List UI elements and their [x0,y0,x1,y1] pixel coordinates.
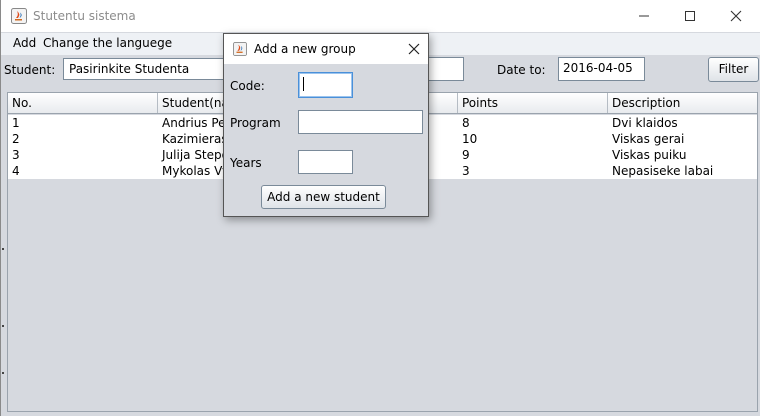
java-coffee-icon [11,8,27,24]
title-bar: Stutentu sistema [1,0,760,32]
date-to-value: 2016-04-05 [563,61,633,75]
dialog-title-bar: Add a new group [224,34,428,64]
cell-no: 3 [12,148,20,162]
student-select[interactable]: Pasirinkite Studenta [63,58,233,80]
student-label: Student: [4,63,56,77]
program-label: Program [230,116,281,130]
menu-add[interactable]: Add [10,36,39,50]
cell-points: 3 [462,164,470,178]
dialog-close-button[interactable] [402,37,426,61]
cell-student: Julija Stepo [162,148,229,162]
minimize-icon [639,15,649,17]
date-to-label: Date to: [497,63,546,77]
close-icon [730,10,742,22]
close-button[interactable] [713,0,759,32]
column-header-description[interactable]: Description [608,93,757,113]
maximize-icon [685,11,695,21]
maximize-button[interactable] [667,0,713,32]
add-new-student-button[interactable]: Add a new student [261,185,386,209]
cell-points: 10 [462,132,478,146]
cell-description: Nepasiseke labai [612,164,714,178]
cell-no: 4 [12,164,20,178]
cell-no: 1 [12,116,20,130]
cell-student: Kazimieras [162,132,228,146]
edge-marker [2,372,4,374]
text-caret [303,77,304,91]
program-field[interactable] [298,110,423,134]
cell-description: Viskas gerai [612,132,685,146]
column-header-no[interactable]: No. [8,93,158,113]
years-field[interactable] [298,150,353,174]
menu-change-language[interactable]: Change the languege [40,36,175,50]
minimize-button[interactable] [621,0,667,32]
close-icon [408,43,420,55]
date-to-field[interactable]: 2016-04-05 [558,57,645,81]
dialog-title: Add a new group [254,42,356,56]
filter-button[interactable]: Filter [708,57,759,82]
student-select-value: Pasirinkite Studenta [69,62,190,76]
cell-points: 9 [462,148,470,162]
add-group-dialog: Add a new group Code: Program Years Add … [223,33,429,217]
cell-description: Viskas puiku [612,148,687,162]
cell-description: Dvi klaidos [612,116,678,130]
edge-marker [2,248,4,250]
cell-points: 8 [462,116,470,130]
code-label: Code: [230,79,265,93]
cell-student: Andrius Pet [162,116,231,130]
java-coffee-icon [233,42,247,56]
edge-marker [2,325,4,327]
window-title: Stutentu sistema [33,9,136,23]
cell-no: 2 [12,132,20,146]
column-header-points[interactable]: Points [458,93,608,113]
code-field[interactable] [298,72,353,98]
years-label: Years [230,156,262,170]
